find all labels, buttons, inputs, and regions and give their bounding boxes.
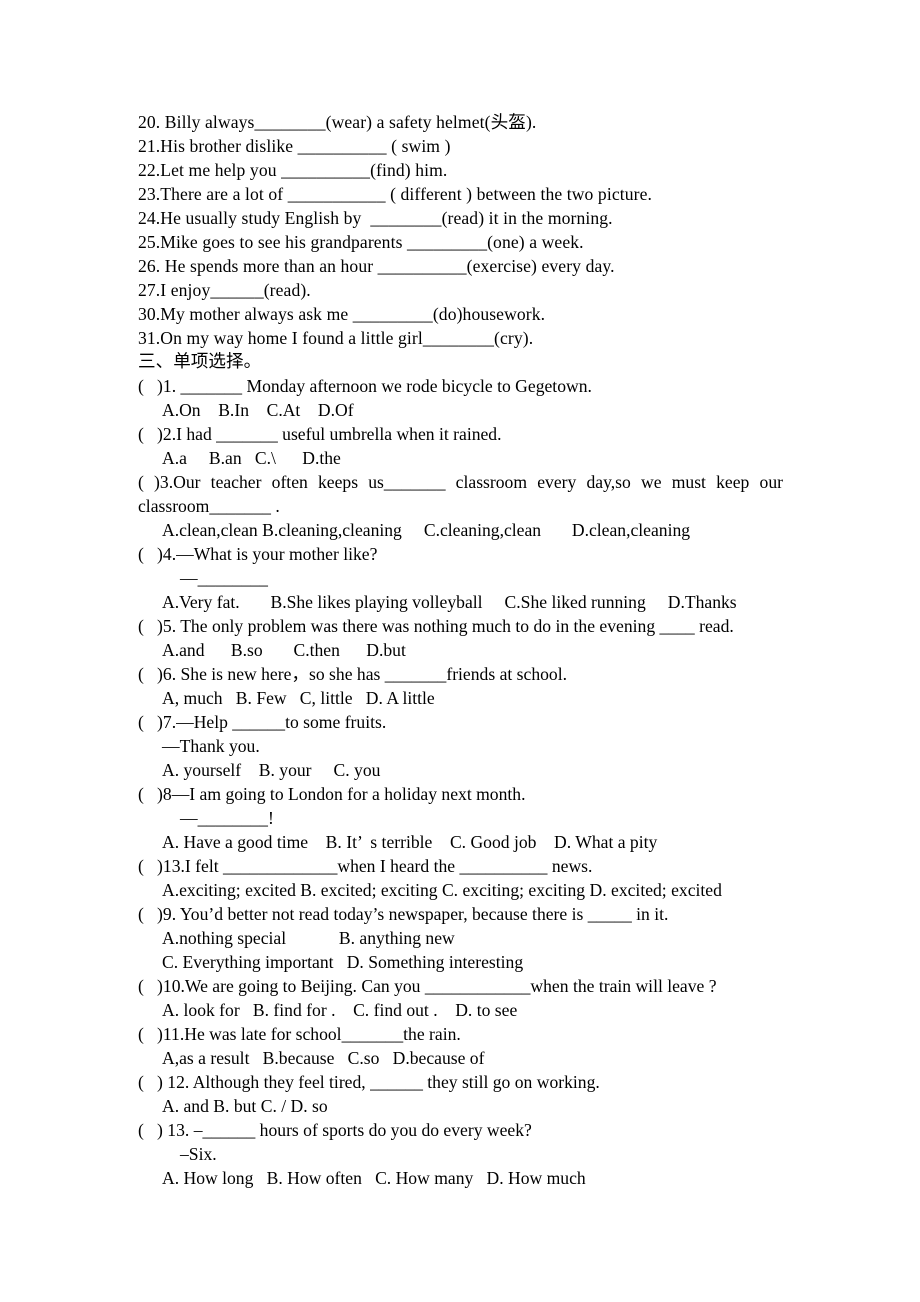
question-options[interactable]: A, much B. Few C, little D. A little	[138, 686, 783, 710]
question-answer-line: —________!	[180, 808, 274, 828]
question-options[interactable]: A. look for B. find for . C. find out . …	[138, 998, 783, 1022]
worksheet-content: 20. Billy always________(wear) a safety …	[138, 110, 783, 1190]
question-stem: ( )2.I had _______ useful umbrella when …	[138, 424, 502, 444]
question-options[interactable]: A,as a result B.because C.so D.because o…	[138, 1046, 783, 1070]
section-heading: 三、单项选择。	[138, 352, 262, 372]
question-options[interactable]: A.exciting; excited B. excited; exciting…	[138, 878, 783, 902]
question-item: ( )7.—Help ______to some fruits. —Thank …	[138, 710, 783, 782]
worksheet-page: 20. Billy always________(wear) a safety …	[0, 0, 920, 1302]
question-options[interactable]: A.a B.an C.\ D.the	[138, 446, 783, 470]
question-options-second-row[interactable]: C. Everything important D. Something int…	[138, 950, 783, 974]
question-stem: ( )4.—What is your mother like?	[138, 544, 378, 564]
question-item: ( )11.He was late for school_______the r…	[138, 1022, 783, 1070]
question-options[interactable]: A. and B. but C. / D. so	[138, 1094, 783, 1118]
question-options[interactable]: A.On B.In C.At D.Of	[138, 398, 783, 422]
question-stem: ( ) 12. Although they feel tired, ______…	[138, 1072, 600, 1092]
question-item: ( )5. The only problem was there was not…	[138, 614, 783, 662]
question-item: ( )4.—What is your mother like? —_______…	[138, 542, 783, 614]
question-item: ( ) 12. Although they feel tired, ______…	[138, 1070, 783, 1118]
question-item: ( )9. You’d better not read today’s news…	[138, 902, 783, 974]
fill-in-blank-item: 20. Billy always________(wear) a safety …	[138, 112, 537, 132]
fill-in-blank-section: 20. Billy always________(wear) a safety …	[138, 110, 783, 350]
question-answer-line: –Six.	[180, 1144, 217, 1164]
question-stem: ( )11.He was late for school_______the r…	[138, 1024, 461, 1044]
question-stem: ( )9. You’d better not read today’s news…	[138, 904, 669, 924]
question-stem: ( )5. The only problem was there was not…	[138, 616, 734, 636]
question-item: ( )8—I am going to London for a holiday …	[138, 782, 783, 854]
question-item: ( )1. _______ Monday afternoon we rode b…	[138, 374, 783, 422]
question-item: ( ) 13. –______ hours of sports do you d…	[138, 1118, 783, 1190]
question-options[interactable]: A.clean,clean B.cleaning,cleaning C.clea…	[138, 518, 783, 542]
question-item: ( )10.We are going to Beijing. Can you _…	[138, 974, 783, 1022]
question-options[interactable]: A. Have a good time B. It’ s terrible C.…	[138, 830, 783, 854]
fill-in-blank-item: 24.He usually study English by ________(…	[138, 208, 613, 228]
fill-in-blank-item: 22.Let me help you __________(find) him.	[138, 160, 448, 180]
question-item: ( )6. She is new here，so she has _______…	[138, 662, 783, 710]
question-stem: ( )7.—Help ______to some fruits.	[138, 712, 387, 732]
question-options[interactable]: A. yourself B. your C. you	[138, 758, 783, 782]
question-item: ( )13.I felt _____________when I heard t…	[138, 854, 783, 902]
question-stem: ( )1. _______ Monday afternoon we rode b…	[138, 376, 592, 396]
question-item: ( )3.Our teacher often keeps us_______ c…	[138, 470, 783, 542]
fill-in-blank-item: 21.His brother dislike __________ ( swim…	[138, 136, 451, 156]
question-answer-line: —Thank you.	[162, 736, 260, 756]
fill-in-blank-item: 23.There are a lot of ___________ ( diff…	[138, 184, 652, 204]
fill-in-blank-item: 25.Mike goes to see his grandparents ___…	[138, 232, 584, 252]
multiple-choice-section: ( )1. _______ Monday afternoon we rode b…	[138, 374, 783, 1190]
question-options[interactable]: A.and B.so C.then D.but	[138, 638, 783, 662]
question-stem: ( )10.We are going to Beijing. Can you _…	[138, 976, 717, 996]
question-options[interactable]: A.nothing special B. anything new	[138, 926, 783, 950]
fill-in-blank-item: 27.I enjoy______(read).	[138, 280, 311, 300]
question-options[interactable]: A. How long B. How often C. How many D. …	[138, 1166, 783, 1190]
question-stem: ( ) 13. –______ hours of sports do you d…	[138, 1120, 532, 1140]
question-stem: ( )13.I felt _____________when I heard t…	[138, 856, 593, 876]
fill-in-blank-item: 31.On my way home I found a little girl_…	[138, 328, 534, 348]
fill-in-blank-item: 30.My mother always ask me _________(do)…	[138, 304, 546, 324]
fill-in-blank-item: 26. He spends more than an hour ________…	[138, 256, 615, 276]
question-stem: ( )6. She is new here，so she has _______…	[138, 664, 568, 684]
question-options[interactable]: A.Very fat. B.She likes playing volleyba…	[138, 590, 783, 614]
question-item: ( )2.I had _______ useful umbrella when …	[138, 422, 783, 470]
question-stem: ( )8—I am going to London for a holiday …	[138, 784, 526, 804]
question-stem: ( )3.Our teacher often keeps us_______ c…	[138, 472, 783, 516]
question-answer-line: —________	[180, 568, 268, 588]
